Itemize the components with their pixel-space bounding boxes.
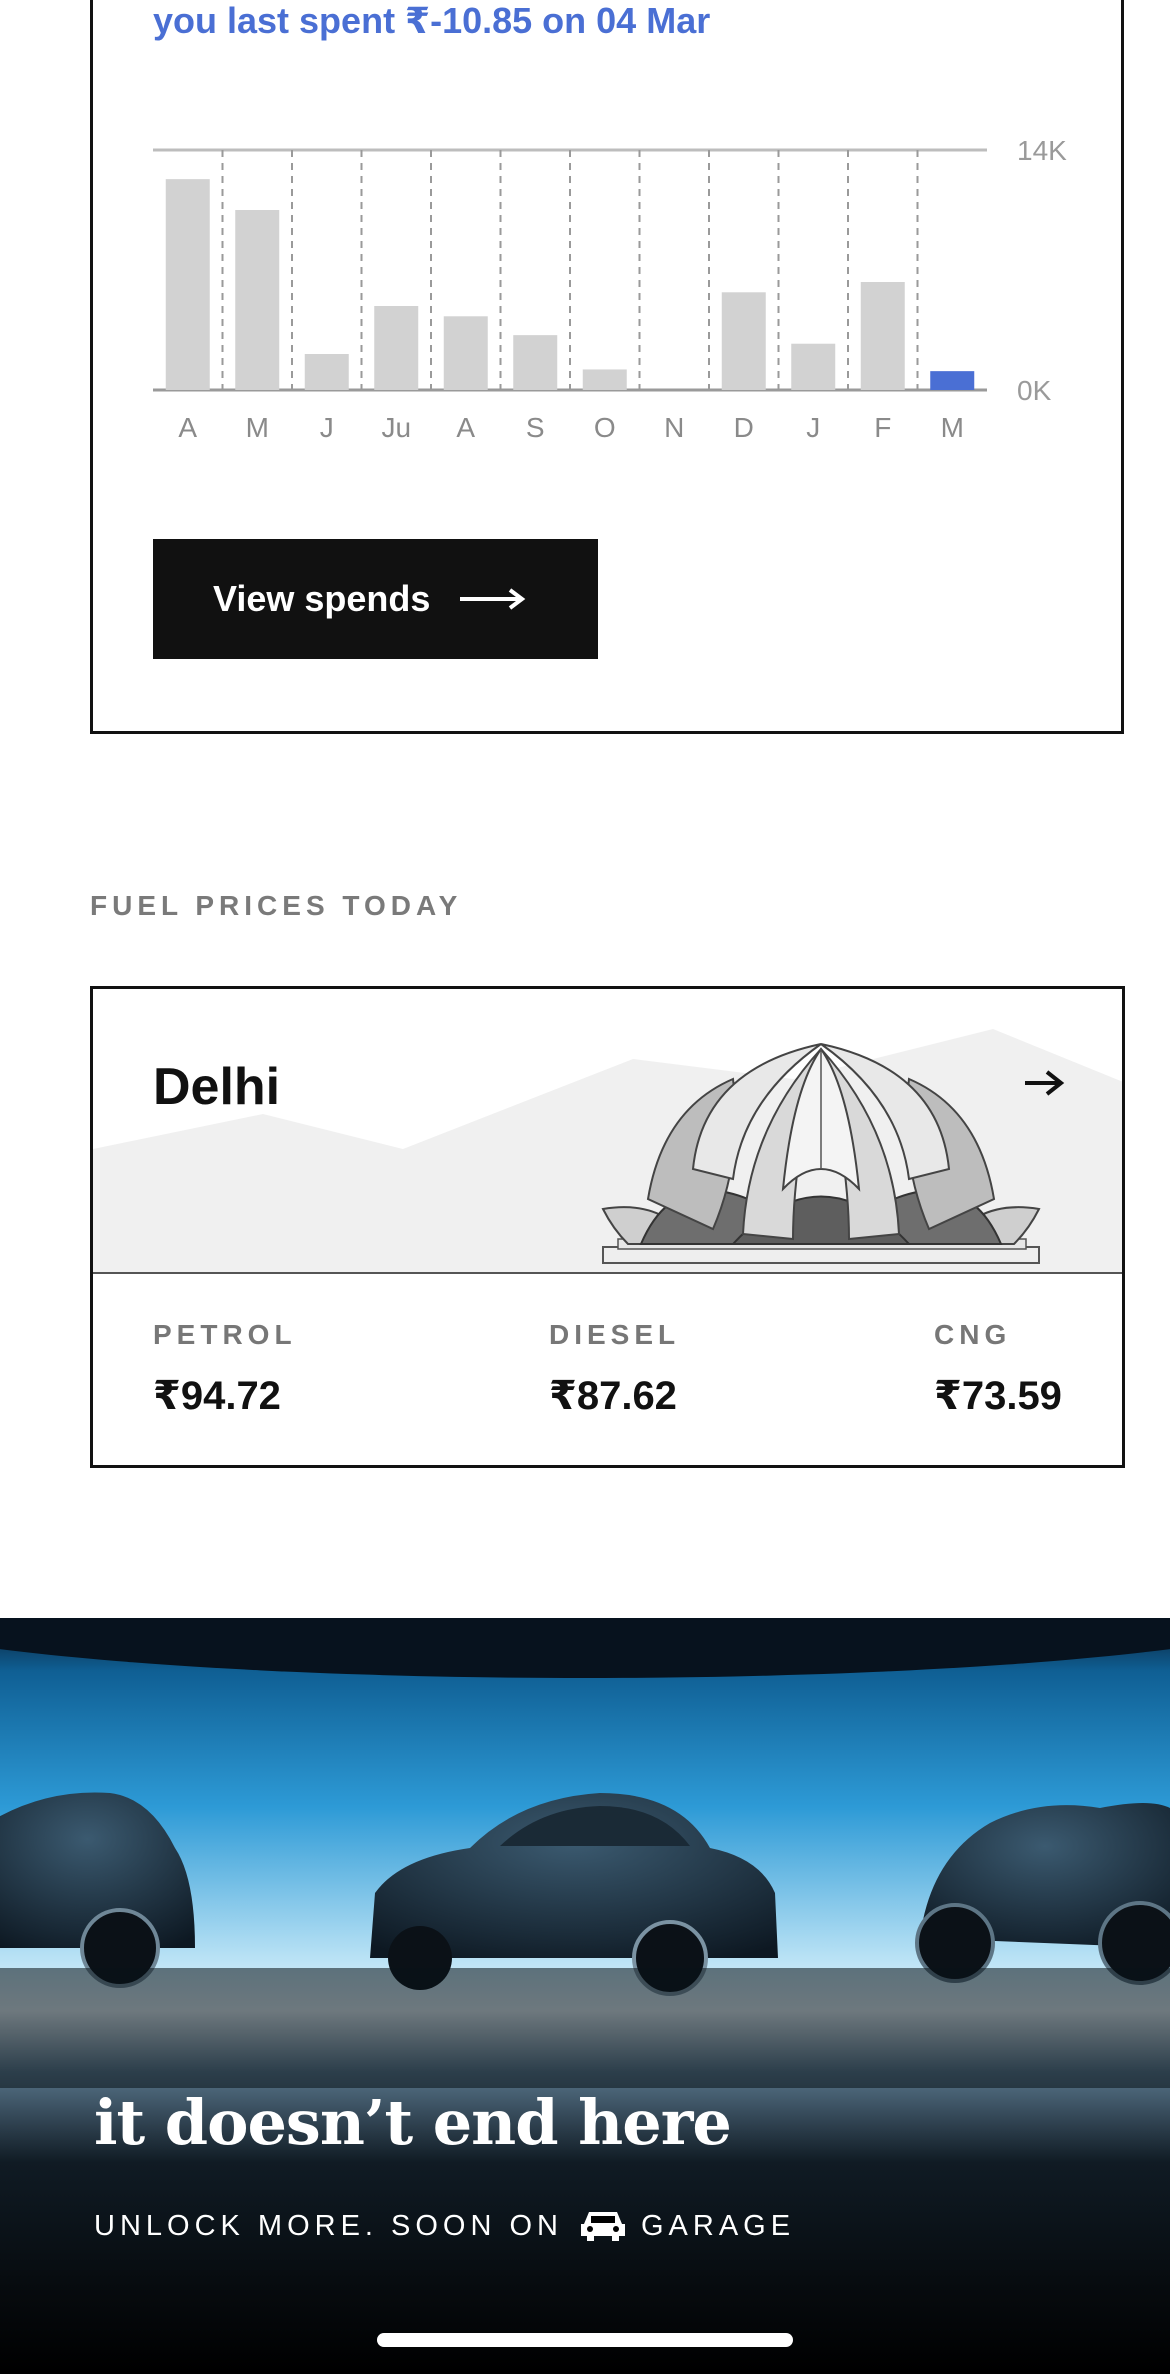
chart-bar-9	[791, 343, 836, 390]
fuel-price: ₹94.72	[153, 1374, 281, 1418]
fuel-price: ₹87.62	[549, 1374, 677, 1418]
view-spends-button[interactable]: View spends	[153, 539, 598, 659]
last-spent-text: you last spent ₹-10.85 on 04 Mar	[153, 0, 711, 41]
fuel-prices-card[interactable]: Delhi PETROL ₹94.72 DIESEL ₹87.62 CNG ₹7…	[90, 986, 1125, 1468]
arrow-right-icon[interactable]	[1023, 1069, 1065, 1097]
chart-bar-5	[513, 335, 558, 390]
chart-x-label-4: A	[456, 412, 475, 443]
chart-bar-6	[582, 369, 627, 390]
chart-bar-0	[165, 179, 210, 390]
fuel-label: DIESEL	[549, 1319, 681, 1350]
chart-y-label-max: 14K	[1017, 135, 1067, 166]
banner-sub-prefix: UNLOCK MORE. SOON ON	[94, 2209, 563, 2242]
car-icon	[581, 2212, 625, 2241]
chart-x-label-10: F	[874, 412, 891, 443]
chart-x-label-0: A	[178, 412, 197, 443]
chart-y-label-min: 0K	[1017, 375, 1052, 406]
view-spends-label: View spends	[213, 578, 431, 619]
arrow-right-icon	[460, 588, 526, 610]
chart-x-label-8: D	[734, 412, 754, 443]
chart-x-label-3: Ju	[381, 412, 411, 443]
fuel-label: PETROL	[153, 1319, 297, 1350]
chart-x-label-7: N	[664, 412, 684, 443]
home-indicator[interactable]	[377, 2333, 793, 2347]
chart-bar-10	[860, 282, 905, 390]
chart-x-label-2: J	[320, 412, 334, 443]
vehicles-showroom-image	[0, 1618, 1170, 2374]
chart-bar-4	[443, 316, 488, 390]
banner-headline: it doesn’t end here	[94, 2086, 732, 2159]
garage-banner[interactable]: it doesn’t end here UNLOCK MORE. SOON ON…	[0, 1618, 1170, 2374]
banner-subtitle: UNLOCK MORE. SOON ON GARAGE	[94, 2208, 795, 2244]
fuel-item-petrol: PETROL ₹94.72	[153, 1319, 297, 1419]
chart-bar-3	[374, 306, 419, 390]
city-name: Delhi	[153, 1058, 281, 1116]
fuel-section-title: FUEL PRICES TODAY	[90, 890, 463, 921]
chart-bar-2	[304, 354, 349, 390]
fuel-item-cng: CNG ₹73.59	[934, 1319, 1062, 1419]
chart-bar-1	[235, 210, 280, 390]
chart-x-label-6: O	[594, 412, 616, 443]
fuel-label: CNG	[934, 1319, 1012, 1350]
fuel-divider	[93, 1272, 1122, 1274]
chart-x-label-1: M	[246, 412, 269, 443]
fuel-item-diesel: DIESEL ₹87.62	[549, 1319, 680, 1419]
chart-x-label-11: M	[941, 412, 964, 443]
chart-bar-11	[930, 371, 975, 390]
fuel-price: ₹73.59	[934, 1374, 1062, 1418]
chart-x-label-5: S	[526, 412, 545, 443]
chart-x-label-9: J	[806, 412, 820, 443]
banner-sub-brand: GARAGE	[641, 2209, 796, 2242]
lotus-temple-icon	[93, 1029, 1122, 1274]
chart-bar-8	[721, 292, 766, 390]
spend-bar-chart: A M J Ju A S O N D J F M 14K 0K	[153, 135, 1067, 443]
